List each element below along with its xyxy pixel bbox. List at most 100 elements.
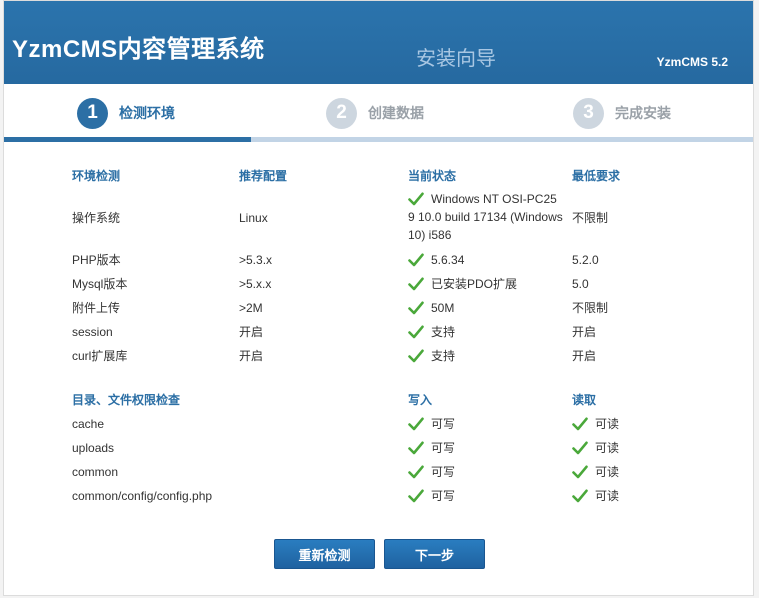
env-name: 附件上传: [72, 301, 121, 315]
check-icon: [408, 349, 424, 363]
check-icon: [408, 301, 424, 315]
installer-window: YzmCMS内容管理系统 安装向导 YzmCMS 5.2 1 检测环境 2 创建…: [3, 0, 754, 596]
recommend-col-header: 推荐配置: [239, 169, 288, 183]
perm-write-text: 可写: [431, 441, 456, 455]
env-row-curl: curl扩展库 开启 支持 开启: [72, 344, 712, 368]
env-recommended: Linux: [239, 211, 268, 225]
perm-read: 可读: [572, 460, 619, 484]
perm-write-text: 可写: [431, 489, 456, 503]
env-recommended: 开启: [239, 349, 264, 363]
path-col-header: 目录、文件权限检查: [72, 393, 181, 407]
env-recommended: >5.x.x: [239, 277, 272, 291]
check-icon: [408, 277, 424, 291]
env-recommended: >5.3.x: [239, 253, 273, 267]
env-status: 支持: [408, 320, 455, 344]
step-number: 3: [573, 97, 604, 129]
check-icon: [408, 465, 424, 479]
step-indicator: 1 检测环境 2 创建数据 3 完成安装: [4, 84, 753, 139]
step-number: 1: [77, 97, 108, 129]
perm-read: 可读: [572, 484, 619, 508]
env-row-upload: 附件上传 >2M 50M 不限制: [72, 296, 712, 320]
env-status: 支持: [408, 344, 455, 368]
os-status-rest: 9 10.0 build 17134 (Windows 10) i586: [408, 210, 563, 242]
env-name: 操作系统: [72, 211, 121, 225]
perm-path: common: [72, 465, 119, 479]
perm-path: common/config/config.php: [72, 489, 213, 503]
env-status-text: 已安装PDO扩展: [431, 277, 518, 291]
check-content: 环境检测 推荐配置 当前状态 最低要求 操作系统 Linux Windows N…: [4, 142, 753, 597]
env-minimum: 开启: [572, 325, 597, 339]
perm-row-cache: cache 可写 可读: [72, 412, 712, 436]
perm-write-text: 可写: [431, 465, 456, 479]
check-icon: [408, 417, 424, 431]
step-1: 1 检测环境: [77, 96, 175, 130]
perm-row-config: common/config/config.php 可写 可读: [72, 484, 712, 508]
perm-row-uploads: uploads 可写 可读: [72, 436, 712, 460]
check-icon: [572, 489, 588, 503]
recheck-button[interactable]: 重新检测: [274, 539, 375, 569]
env-minimum: 开启: [572, 349, 597, 363]
read-col-header: 读取: [572, 393, 597, 407]
check-icon: [408, 192, 424, 206]
os-status: Windows NT OSI-PC25 9 10.0 build 17134 (…: [408, 190, 568, 244]
perm-read: 可读: [572, 412, 619, 436]
step-number: 2: [326, 97, 357, 129]
env-name: Mysql版本: [72, 277, 128, 291]
page-subtitle: 安装向导: [416, 48, 496, 70]
step-label: 创建数据: [368, 105, 424, 121]
perm-path: cache: [72, 417, 105, 431]
perm-read-text: 可读: [595, 465, 620, 479]
step-2: 2 创建数据: [326, 96, 424, 130]
env-status-text: 支持: [431, 349, 456, 363]
perm-write: 可写: [408, 484, 455, 508]
check-icon: [572, 465, 588, 479]
header: YzmCMS内容管理系统 安装向导 YzmCMS 5.2: [4, 1, 753, 84]
next-step-button[interactable]: 下一步: [384, 539, 485, 569]
os-status-line1: Windows NT OSI-PC25: [431, 192, 557, 206]
env-name: session: [72, 325, 113, 339]
step-3: 3 完成安装: [573, 96, 671, 130]
env-minimum: 5.2.0: [572, 253, 599, 267]
env-status-text: 5.6.34: [431, 253, 465, 267]
perm-write-text: 可写: [431, 417, 456, 431]
os-row: 操作系统 Linux Windows NT OSI-PC25 9 10.0 bu…: [72, 190, 712, 246]
env-row-mysql: Mysql版本 >5.x.x 已安装PDO扩展 5.0: [72, 272, 712, 296]
env-col-header: 环境检测: [72, 169, 121, 183]
minimum-col-header: 最低要求: [572, 169, 621, 183]
perm-write: 可写: [408, 412, 455, 436]
check-icon: [408, 489, 424, 503]
env-status: 5.6.34: [408, 248, 464, 272]
check-icon: [408, 441, 424, 455]
env-status: 已安装PDO扩展: [408, 272, 517, 296]
check-icon: [408, 253, 424, 267]
env-row-php: PHP版本 >5.3.x 5.6.34 5.2.0: [72, 248, 712, 272]
perm-path: uploads: [72, 441, 115, 455]
env-status-text: 50M: [431, 301, 455, 315]
logo-title: YzmCMS内容管理系统: [12, 36, 265, 63]
env-recommended: 开启: [239, 325, 264, 339]
env-name: curl扩展库: [72, 349, 128, 363]
check-icon: [408, 325, 424, 339]
perm-header-row: 目录、文件权限检查 写入 读取: [72, 388, 712, 412]
check-icon: [572, 417, 588, 431]
perm-row-common: common 可写 可读: [72, 460, 712, 484]
write-col-header: 写入: [408, 393, 433, 407]
perm-write: 可写: [408, 436, 455, 460]
env-recommended: >2M: [239, 301, 263, 315]
step-label: 完成安装: [615, 105, 671, 121]
env-status: 50M: [408, 296, 454, 320]
env-status-text: 支持: [431, 325, 456, 339]
status-col-header: 当前状态: [408, 169, 457, 183]
perm-read-text: 可读: [595, 417, 620, 431]
env-row-session: session 开启 支持 开启: [72, 320, 712, 344]
step-label: 检测环境: [119, 105, 175, 121]
perm-read: 可读: [572, 436, 619, 460]
env-minimum: 不限制: [572, 301, 609, 315]
perm-read-text: 可读: [595, 489, 620, 503]
check-icon: [572, 441, 588, 455]
env-name: PHP版本: [72, 253, 121, 267]
env-minimum: 5.0: [572, 277, 589, 291]
perm-read-text: 可读: [595, 441, 620, 455]
env-minimum: 不限制: [572, 211, 609, 225]
env-header-row: 环境检测 推荐配置 当前状态 最低要求: [72, 164, 712, 188]
